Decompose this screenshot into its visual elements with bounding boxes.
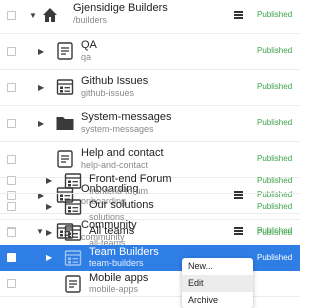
row-checkbox[interactable]: [7, 228, 16, 237]
caret-right-icon[interactable]: ▶: [38, 47, 44, 57]
status-badge: Published: [257, 253, 293, 262]
status-badge: Published: [257, 154, 293, 163]
folder-icon: [55, 113, 75, 133]
page-icon: [55, 41, 75, 61]
row-slug: /builders: [73, 15, 108, 25]
row-checkbox[interactable]: [7, 176, 16, 185]
list-page-icon: [55, 77, 75, 97]
list-page-icon: [63, 223, 83, 243]
row-checkbox[interactable]: [7, 202, 16, 211]
row-checkbox[interactable]: [7, 47, 16, 56]
menu-item-edit[interactable]: Edit: [182, 275, 253, 292]
status-badge: Published: [257, 118, 293, 127]
row-title[interactable]: Help and contact: [81, 147, 164, 160]
status-badge: Published: [257, 10, 293, 19]
status-badge: Published: [257, 228, 293, 237]
tree-row-system-messages[interactable]: ▶ System-messages system-messages Publis…: [0, 106, 300, 142]
status-badge: Published: [257, 46, 293, 55]
status-badge: Published: [257, 82, 293, 91]
menu-item-archive[interactable]: Archive: [182, 292, 253, 308]
menu-item-new[interactable]: New...: [182, 258, 253, 275]
list-page-icon: [63, 197, 83, 217]
row-slug: qa: [81, 52, 92, 62]
row-title[interactable]: Github Issues: [81, 75, 148, 88]
row-checkbox[interactable]: [7, 11, 16, 20]
context-menu: New... Edit Archive: [182, 258, 253, 308]
tree-row-team-builders[interactable]: ▶ Team Builders team-builders Published: [0, 245, 300, 271]
tree-row-frontend-forum[interactable]: ▶ Front-end Forum frontend-forum Publish…: [0, 168, 300, 196]
list-page-icon: [63, 248, 83, 268]
row-slug: mobile-apps: [89, 284, 139, 294]
row-slug: team-builders: [89, 258, 144, 268]
row-title[interactable]: All teams: [89, 225, 134, 238]
tree-row-qa[interactable]: ▶ QA qa Published: [0, 34, 300, 70]
row-checkbox[interactable]: [7, 155, 16, 164]
status-badge: Published: [257, 202, 293, 211]
drag-handle-icon[interactable]: [234, 11, 243, 19]
row-slug: github-issues: [81, 88, 135, 98]
caret-right-icon[interactable]: ▶: [38, 119, 44, 129]
caret-right-icon[interactable]: ▶: [46, 253, 52, 263]
tree-row-all-teams[interactable]: ▶ All teams all-teams Published: [0, 220, 300, 248]
home-icon: [40, 5, 60, 25]
row-checkbox[interactable]: [7, 119, 16, 128]
page-icon: [55, 149, 75, 169]
row-checkbox[interactable]: [7, 279, 16, 288]
row-title[interactable]: QA: [81, 39, 97, 52]
row-checkbox[interactable]: [7, 83, 16, 92]
row-title[interactable]: Our solutions: [89, 199, 154, 212]
row-title[interactable]: Gjensidige Builders: [73, 2, 168, 15]
caret-right-icon[interactable]: ▶: [38, 83, 44, 93]
tree-row-github-issues[interactable]: ▶ Github Issues github-issues Published: [0, 70, 300, 106]
row-title[interactable]: Front-end Forum: [89, 173, 172, 186]
tree-row-our-solutions[interactable]: ▶ Our solutions solutions Published: [0, 194, 300, 222]
tree-row-mobile-apps[interactable]: Mobile apps mobile-apps: [0, 271, 300, 297]
page-icon: [63, 274, 83, 294]
caret-right-icon[interactable]: ▶: [46, 202, 52, 212]
row-checkbox[interactable]: [7, 253, 16, 262]
caret-down-icon[interactable]: ▼: [29, 11, 37, 21]
status-badge: Published: [257, 176, 293, 185]
caret-right-icon[interactable]: ▶: [46, 176, 52, 186]
row-slug: system-messages: [81, 124, 154, 134]
tree-row-gjensidige-builders[interactable]: ▼ Gjensidige Builders /builders Publishe…: [0, 0, 300, 34]
caret-right-icon[interactable]: ▶: [46, 228, 52, 238]
row-title[interactable]: System-messages: [81, 111, 171, 124]
list-page-icon: [63, 171, 83, 191]
